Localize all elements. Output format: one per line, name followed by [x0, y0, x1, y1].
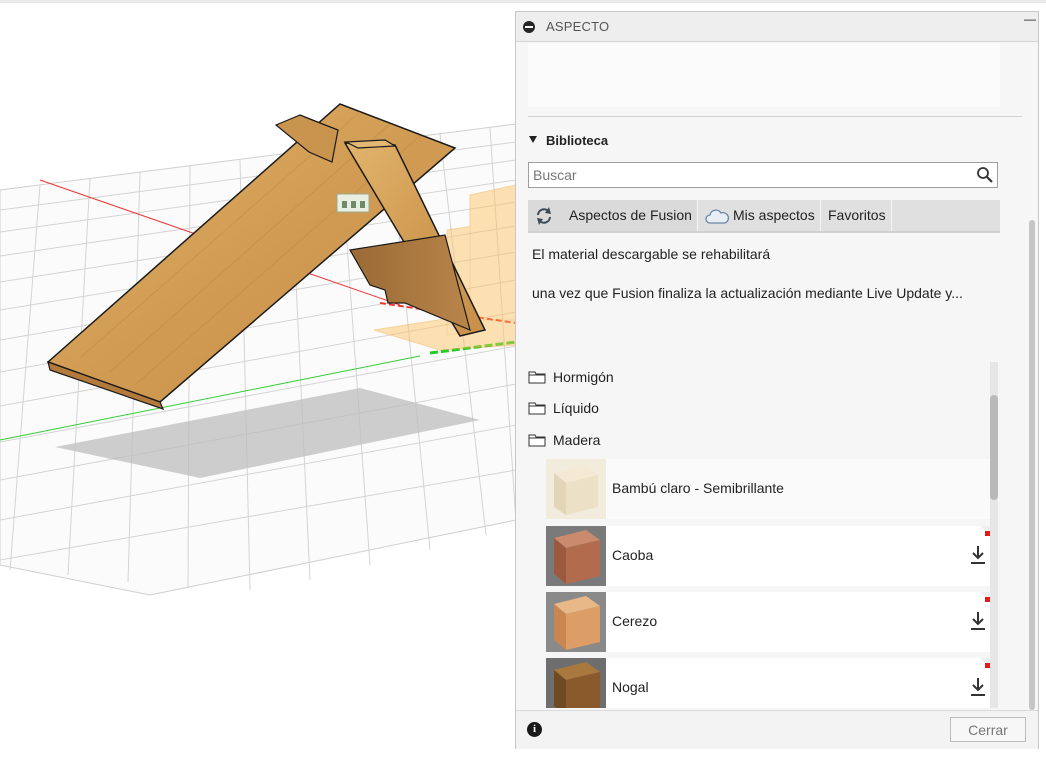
material-list: Hormigón Líquido Madera Bambú claro - Se… [516, 362, 1000, 708]
tab-favorites[interactable]: Favoritos [822, 200, 892, 231]
list-scrollbar-thumb[interactable] [990, 395, 998, 500]
material-item-caoba[interactable]: Caoba [546, 526, 994, 586]
library-tabs: Aspectos de Fusion Mis aspectos Favorito… [528, 200, 1000, 233]
info-message: El material descargable se rehabilitará [532, 246, 771, 262]
material-label: Cerezo [612, 613, 658, 629]
close-button[interactable]: Cerrar [950, 717, 1026, 742]
collapse-icon[interactable] [523, 21, 535, 33]
material-label: Bambú claro - Semibrillante [612, 480, 784, 496]
cloud-icon [705, 209, 729, 224]
appearance-preview [528, 43, 1000, 107]
material-thumbnail [546, 658, 606, 708]
material-thumbnail [546, 592, 606, 652]
appearance-panel: ASPECTO — Biblioteca Aspectos de Fusion [515, 11, 1039, 749]
panel-scrollbar-thumb[interactable] [1029, 220, 1035, 710]
refresh-icon [537, 207, 551, 225]
download-icon[interactable] [970, 545, 986, 565]
joint-marker-icon[interactable] [336, 193, 370, 213]
material-item-bambu[interactable]: Bambú claro - Semibrillante [546, 459, 994, 519]
top-border [0, 0, 1046, 3]
download-icon[interactable] [970, 611, 986, 631]
panel-header: ASPECTO — [516, 12, 1038, 42]
material-thumbnail [546, 459, 606, 519]
tab-label: Mis aspectos [733, 207, 815, 223]
download-icon[interactable] [970, 677, 986, 697]
material-label: Nogal [612, 679, 649, 695]
material-label: Caoba [612, 547, 654, 563]
search-input[interactable] [533, 166, 963, 184]
divider [528, 116, 1022, 117]
search-box[interactable] [528, 162, 998, 188]
material-item-cerezo[interactable]: Cerezo [546, 592, 994, 652]
folder-icon [528, 371, 546, 384]
material-item-nogal[interactable]: Nogal [546, 658, 994, 708]
search-icon[interactable] [976, 166, 994, 184]
panel-footer: i Cerrar [516, 710, 1038, 749]
tab-label: Aspectos de Fusion [569, 207, 692, 223]
folder-icon [528, 402, 546, 415]
info-icon[interactable]: i [527, 722, 542, 737]
tab-label: Favoritos [828, 207, 886, 223]
folder-label: Líquido [553, 400, 599, 416]
minimize-icon[interactable]: — [1024, 12, 1036, 26]
material-thumbnail [546, 526, 606, 586]
folder-label: Hormigón [553, 369, 614, 385]
panel-title: ASPECTO [546, 19, 610, 34]
library-title[interactable]: Biblioteca [546, 133, 608, 148]
expand-triangle-icon[interactable] [529, 136, 537, 143]
info-message: una vez que Fusion finaliza la actualiza… [532, 285, 963, 301]
tab-fusion-appearances[interactable]: Aspectos de Fusion [528, 200, 698, 231]
folder-label: Madera [553, 432, 601, 448]
folder-icon [528, 434, 546, 447]
tab-my-appearances[interactable]: Mis aspectos [699, 200, 821, 231]
